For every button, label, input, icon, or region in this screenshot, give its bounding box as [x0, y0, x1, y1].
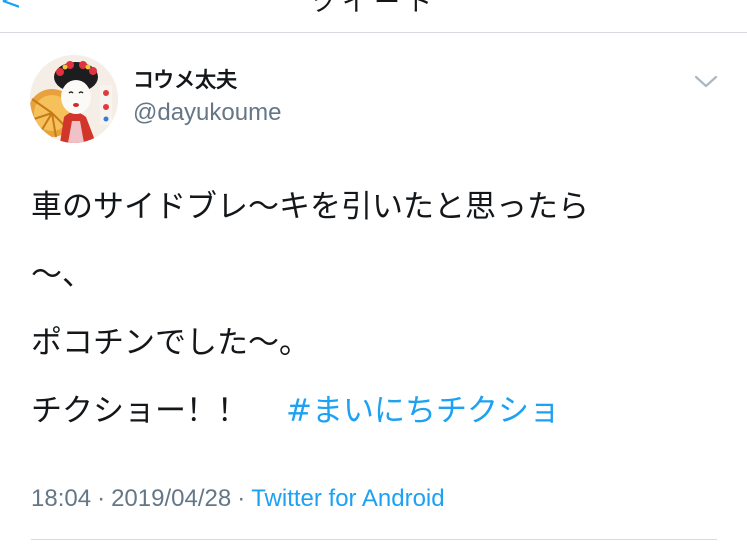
nav-title: ツイート: [310, 0, 439, 18]
username[interactable]: @dayukoume: [133, 98, 281, 128]
hashtag-link[interactable]: #まいにちチクショ: [286, 393, 560, 429]
meta-separator: ·: [237, 485, 246, 512]
tweet-line: 車のサイドブレ〜キを引いたと思ったら: [31, 189, 589, 225]
display-name[interactable]: コウメ太夫: [133, 64, 281, 96]
chevron-down-icon[interactable]: [692, 72, 720, 92]
header-divider: [0, 32, 747, 33]
meta-separator: ·: [97, 485, 106, 512]
tweet-line-text: チクショー！！: [31, 393, 248, 429]
tweet-line: ポコチンでした〜。: [31, 325, 310, 361]
tweet-metadata: 18:04 · 2019/04/28 · Twitter for Android: [31, 485, 445, 513]
tweet-line-with-hashtag: チクショー！！ #まいにちチクショ: [31, 389, 731, 433]
tweet-source-link[interactable]: Twitter for Android: [251, 485, 444, 512]
tweet-time: 18:04: [31, 485, 92, 512]
tweet-body: 車のサイドブレ〜キを引いたと思ったら 〜、 ポコチンでした〜。 チクショー！！ #…: [31, 185, 731, 457]
avatar-illustration: [30, 55, 118, 143]
tweet-date: 2019/04/28: [111, 485, 232, 512]
footer-divider: [31, 539, 717, 540]
back-chevron-icon[interactable]: <: [0, 0, 22, 16]
top-nav-bar: < ツイート: [0, 0, 747, 32]
author-block[interactable]: コウメ太夫 @dayukoume: [133, 64, 281, 128]
tweet-line: 〜、: [31, 257, 93, 293]
avatar-photo-icon[interactable]: [30, 55, 118, 143]
